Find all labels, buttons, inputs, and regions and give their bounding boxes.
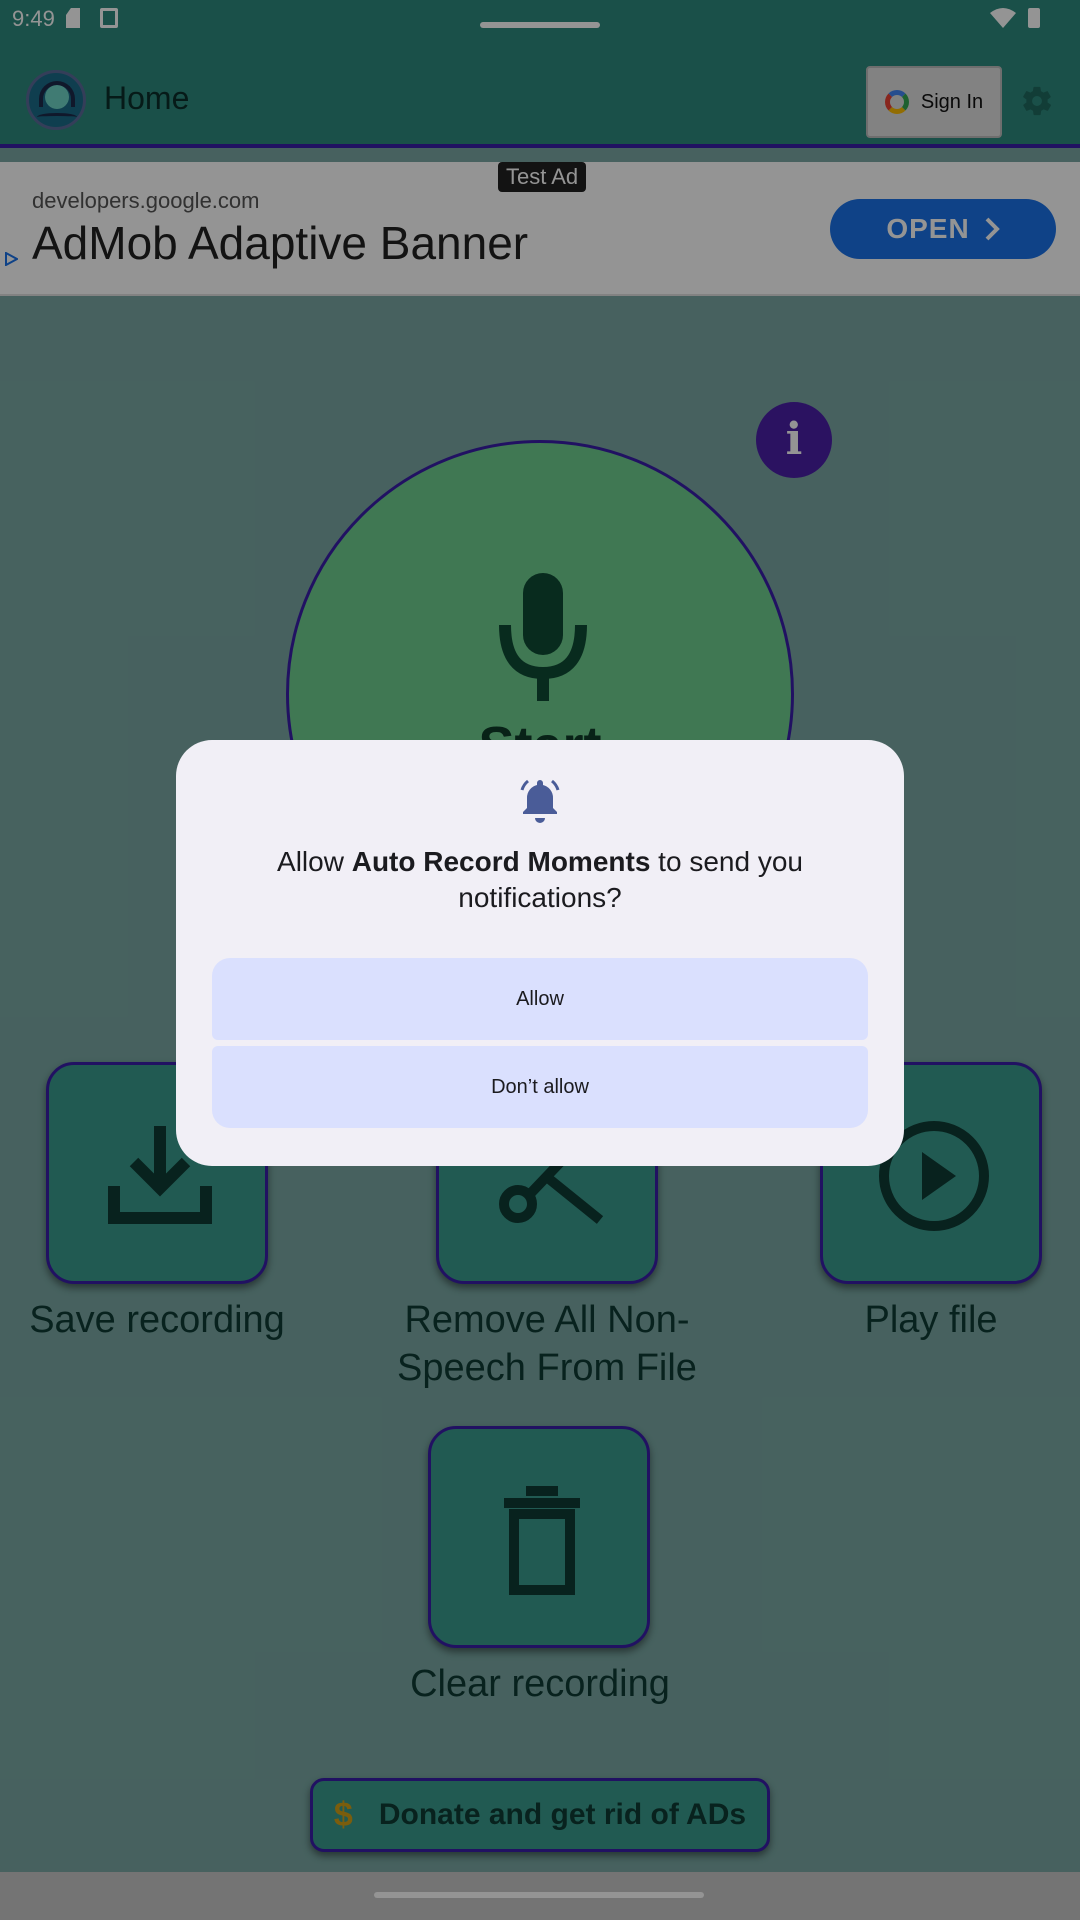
dialog-app-name: Auto Record Moments <box>351 846 651 877</box>
dont-allow-button[interactable]: Don’t allow <box>212 1046 868 1128</box>
bell-icon <box>520 779 560 823</box>
allow-button[interactable]: Allow <box>212 958 868 1040</box>
dialog-message: Allow Auto Record Moments to send you no… <box>216 844 864 916</box>
dialog-message-prefix: Allow <box>277 846 352 877</box>
screen: 9:49 Home Sign In Test Ad developers.goo… <box>0 0 1080 1920</box>
notification-permission-dialog: Allow Auto Record Moments to send you no… <box>176 740 904 1166</box>
